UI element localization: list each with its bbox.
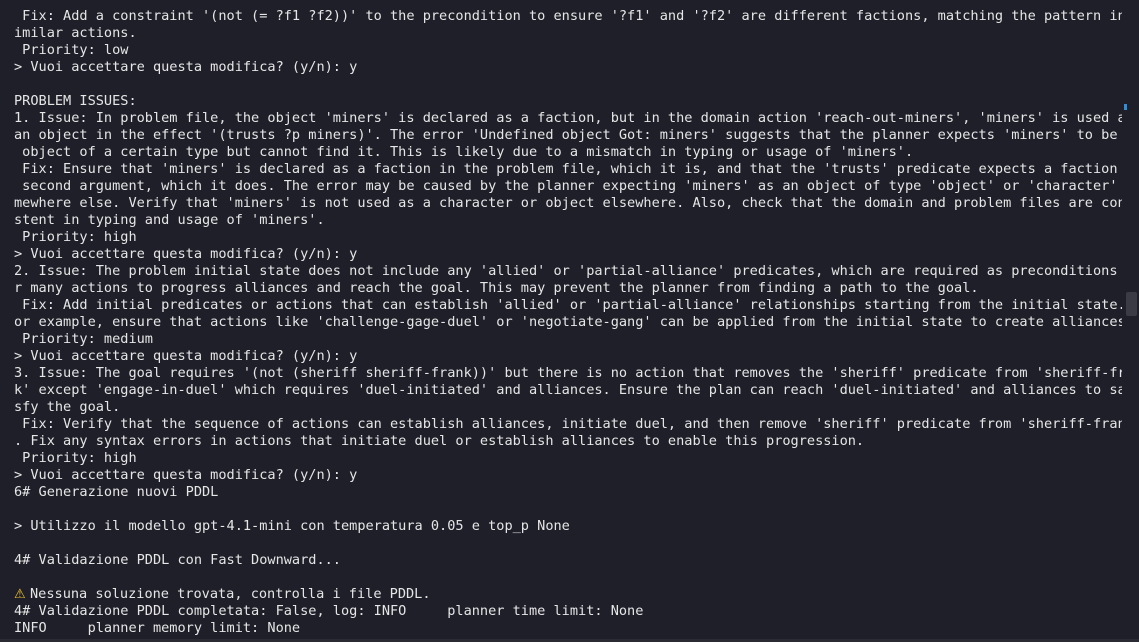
terminal-line: sfy the goal.	[14, 399, 121, 415]
terminal-line: Priority: high	[14, 450, 137, 466]
terminal-line: 3. Issue: The goal requires '(not (sheri…	[14, 365, 1122, 381]
terminal-line: an object in the effect '(trusts ?p mine…	[14, 127, 1122, 143]
terminal-line: > Vuoi accettare questa modifica? (y/n):…	[14, 59, 358, 75]
terminal-output: Fix: Add a constraint '(not (= ?f1 ?f2))…	[14, 8, 1122, 637]
terminal-line: . Fix any syntax errors in actions that …	[14, 433, 865, 449]
terminal-line: 1. Issue: In problem file, the object 'm…	[14, 110, 1122, 126]
warning-message: Nessuna soluzione trovata, controlla i f…	[30, 586, 431, 602]
terminal-line: object of a certain type but cannot find…	[14, 144, 914, 160]
scrollbar-thumb[interactable]	[1126, 292, 1137, 316]
terminal-line: > Vuoi accettare questa modifica? (y/n):…	[14, 348, 358, 364]
terminal-line: imilar actions.	[14, 25, 137, 41]
terminal-line: Fix: Ensure that 'miners' is declared as…	[14, 161, 1122, 177]
terminal-line: second argument, which it does. The erro…	[14, 178, 1122, 194]
terminal-line: k' except 'engage-in-duel' which require…	[14, 382, 1122, 398]
terminal-line: 4# Validazione PDDL con Fast Downward...	[14, 552, 341, 568]
terminal-line: Fix: Add a constraint '(not (= ?f1 ?f2))…	[14, 8, 1122, 24]
terminal-line: mewhere else. Verify that 'miners' is no…	[14, 195, 1122, 211]
terminal-line: Fix: Add initial predicates or actions t…	[14, 297, 1122, 313]
terminal-line: or example, ensure that actions like 'ch…	[14, 314, 1122, 330]
terminal-line: 4# Validazione PDDL completata: False, l…	[14, 603, 644, 619]
scroll-position-marker	[1124, 104, 1127, 110]
terminal-line: ⚠ Nessuna soluzione trovata, controlla i …	[14, 586, 1122, 603]
terminal-line: Priority: high	[14, 229, 137, 245]
terminal-line: Fix: Verify that the sequence of actions…	[14, 416, 1122, 432]
terminal-window[interactable]: Fix: Add a constraint '(not (= ?f1 ?f2))…	[0, 0, 1124, 642]
terminal-line: > Utilizzo il modello gpt-4.1-mini con t…	[14, 518, 570, 534]
terminal-line: PROBLEM ISSUES:	[14, 93, 137, 109]
terminal-line: > Vuoi accettare questa modifica? (y/n):…	[14, 246, 358, 262]
vertical-scrollbar[interactable]	[1124, 0, 1139, 642]
warning-icon: ⚠	[14, 587, 26, 602]
terminal-line: r many actions to progress alliances and…	[14, 280, 979, 296]
terminal-line: stent in typing and usage of 'miners'.	[14, 212, 325, 228]
terminal-line: INFO planner memory limit: None	[14, 620, 301, 636]
terminal-line: 6# Generazione nuovi PDDL	[14, 484, 219, 500]
terminal-line: > Vuoi accettare questa modifica? (y/n):…	[14, 467, 358, 483]
terminal-line: Priority: medium	[14, 331, 153, 347]
terminal-line: Priority: low	[14, 42, 129, 58]
terminal-line: 2. Issue: The problem initial state does…	[14, 263, 1122, 279]
